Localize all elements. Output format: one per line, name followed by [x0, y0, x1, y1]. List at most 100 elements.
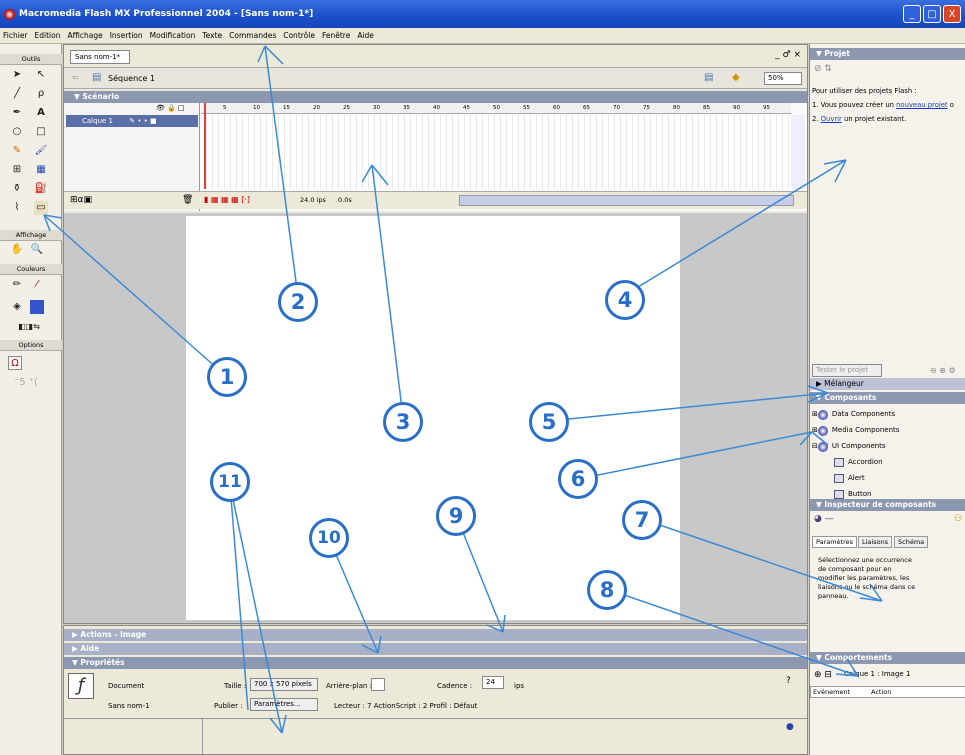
edit-symbol-icon[interactable]: ◆	[732, 72, 740, 83]
snap-magnet-icon[interactable]: Ω	[8, 356, 22, 370]
tab-schema[interactable]: Schéma	[894, 536, 929, 548]
rectangle-tool-icon[interactable]: □	[34, 125, 48, 139]
test-project-button[interactable]: Tester le projet	[812, 364, 882, 377]
mixer-panel-header[interactable]: ▶ Mélangeur	[810, 378, 965, 390]
menu-commandes[interactable]: Commandes	[229, 31, 276, 40]
publish-label: Publier :	[214, 702, 243, 710]
tab-liaisons[interactable]: Liaisons	[858, 536, 893, 548]
layer-row[interactable]: Calque 1 ✎ • • ■	[66, 115, 198, 127]
tab-parametres[interactable]: Paramètres	[812, 536, 858, 548]
document-tab[interactable]: Sans nom-1*	[70, 50, 130, 64]
expand-icon[interactable]: ●	[786, 722, 794, 732]
project-title: Projet	[824, 49, 850, 58]
menu-texte[interactable]: Texte	[202, 31, 222, 40]
stroke-color-icon[interactable]: ✏	[10, 278, 24, 292]
minimize-button[interactable]: _	[903, 5, 921, 23]
trash-icon[interactable]: 🗑	[182, 195, 193, 205]
onion-skin-icons[interactable]: ▮ ▦ ▦ ▦ [·]	[204, 195, 250, 204]
menu-controle[interactable]: Contrôle	[283, 31, 315, 40]
timeline-vscroll[interactable]	[791, 115, 805, 189]
inspector-panel-header[interactable]: ▼ Inspecteur de composants	[810, 499, 965, 511]
oval-tool-icon[interactable]: ○	[10, 125, 24, 139]
inspector-users-icon[interactable]: ⚇	[954, 514, 962, 524]
eraser-tool-icon[interactable]: ▭	[34, 201, 48, 215]
fill-color-icon[interactable]: ◈	[10, 300, 24, 314]
timeline-header[interactable]: ▼ Scénario	[64, 91, 807, 103]
free-transform-tool-icon[interactable]: ⊞	[10, 163, 24, 177]
hand-tool-icon[interactable]: ✋	[10, 243, 24, 257]
frame-number: 45	[463, 105, 470, 111]
frame-ruler[interactable]: 5 10 15 20 25 30 35 40 45 50 55 60 65 70 75 80 85 90 95	[201, 103, 791, 114]
menu-aide[interactable]: Aide	[357, 31, 374, 40]
bg-color-swatch[interactable]	[371, 678, 385, 691]
eyedropper-tool-icon[interactable]: ⌇	[10, 201, 24, 215]
fill-transform-tool-icon[interactable]: ▦	[34, 163, 48, 177]
menu-insertion[interactable]: Insertion	[110, 31, 143, 40]
swap-colors-icon[interactable]: ◧◨⇆	[4, 320, 54, 334]
open-project-link[interactable]: Ouvrir	[821, 115, 842, 123]
add-layer-icons[interactable]: ⊞⍺▣	[70, 195, 92, 205]
layer-visibility-icons[interactable]: 👁 🔒 □	[156, 104, 185, 112]
help-panel-header[interactable]: ▶ Aide	[64, 643, 807, 655]
ink-bottle-tool-icon[interactable]: ⚱	[10, 182, 24, 196]
stage[interactable]	[186, 216, 680, 620]
document-window-controls[interactable]: _ ♂ ×	[775, 50, 801, 60]
pen-tool-icon[interactable]: ✒	[10, 106, 24, 120]
project-toolbar-icons[interactable]: ⊘ ⇅	[814, 64, 832, 74]
timeline-footer: ⊞⍺▣ 🗑 ▮ ▦ ▦ ▦ [·] 24.0 ips 0.0s	[64, 191, 807, 209]
menu-fichier[interactable]: Fichier	[3, 31, 28, 40]
playhead[interactable]	[204, 103, 206, 189]
work-area	[64, 213, 807, 623]
behaviors-panel-header[interactable]: ▼ Comportements	[810, 652, 965, 664]
line-tool-icon[interactable]: ╱	[10, 87, 24, 101]
help-icon[interactable]: ?	[786, 676, 791, 686]
frame-number: 70	[613, 105, 620, 111]
menu-affichage[interactable]: Affichage	[67, 31, 102, 40]
rate-label: Cadence :	[437, 682, 473, 690]
add-behavior-icon[interactable]: ⊕ ⊟	[814, 670, 832, 680]
fill-swatch-icon[interactable]	[30, 300, 44, 314]
no-color-icon[interactable]: ⁄	[30, 278, 44, 292]
timeline-hscroll[interactable]	[459, 195, 794, 206]
actions-panel-header[interactable]: ▶ Actions - Image	[64, 629, 807, 641]
pencil-tool-icon[interactable]: ✎	[10, 144, 24, 158]
callout-8: 8	[587, 570, 627, 610]
tree-accordion[interactable]: Accordion	[834, 456, 883, 469]
frame-number: 90	[733, 105, 740, 111]
text-tool-icon[interactable]: A	[34, 106, 48, 120]
paint-bucket-tool-icon[interactable]: ⛽	[34, 182, 48, 196]
inspector-help-text: Sélectionnez une occurrence de composant…	[818, 556, 916, 600]
menu-fenetre[interactable]: Fenêtre	[322, 31, 350, 40]
frame-grid[interactable]	[201, 114, 791, 189]
tree-media-components[interactable]: ⊞ Media Components	[812, 424, 899, 437]
frame-number: 50	[493, 105, 500, 111]
frame-number: 55	[523, 105, 530, 111]
menu-modification[interactable]: Modification	[150, 31, 196, 40]
size-button[interactable]: 700 x 570 pixels	[250, 678, 318, 691]
tree-ui-components[interactable]: ⊟ UI Components	[812, 440, 886, 453]
zoom-select[interactable]: 50%	[764, 72, 802, 85]
behaviors-title: Comportements	[824, 653, 893, 662]
scene-label: Séquence 1	[108, 74, 156, 83]
tree-alert[interactable]: Alert	[834, 472, 865, 485]
project-panel-header[interactable]: ▼ Projet	[810, 48, 965, 60]
inspector-title: Inspecteur de composants	[824, 500, 937, 509]
tree-data-components[interactable]: ⊞ Data Components	[812, 408, 895, 421]
edit-scene-icon[interactable]: ▤	[704, 72, 713, 83]
back-arrow-icon[interactable]: ⇦	[72, 73, 79, 82]
smooth-straighten-icon[interactable]: ⁻5 ⁺(	[6, 376, 46, 390]
new-project-link[interactable]: nouveau projet	[896, 101, 947, 109]
lasso-tool-icon[interactable]: ρ	[34, 87, 48, 101]
maximize-button[interactable]: □	[923, 5, 941, 23]
close-button[interactable]: X	[943, 5, 961, 23]
zoom-tool-icon[interactable]: 🔍	[30, 243, 44, 257]
arrow-tool-icon[interactable]: ➤	[10, 68, 24, 82]
menu-edition[interactable]: Edition	[35, 31, 61, 40]
rate-input[interactable]: 24	[482, 676, 504, 689]
components-panel-header[interactable]: ▼ Composants	[810, 392, 965, 404]
publish-settings-button[interactable]: Paramètres...	[250, 698, 318, 711]
subselect-tool-icon[interactable]: ↖	[34, 68, 48, 82]
project-panel-icons[interactable]: ⊖ ⊕ ⚙	[930, 366, 956, 375]
properties-panel-header[interactable]: ▼ Propriétés	[64, 657, 807, 669]
brush-tool-icon[interactable]: 🖌	[34, 144, 48, 158]
